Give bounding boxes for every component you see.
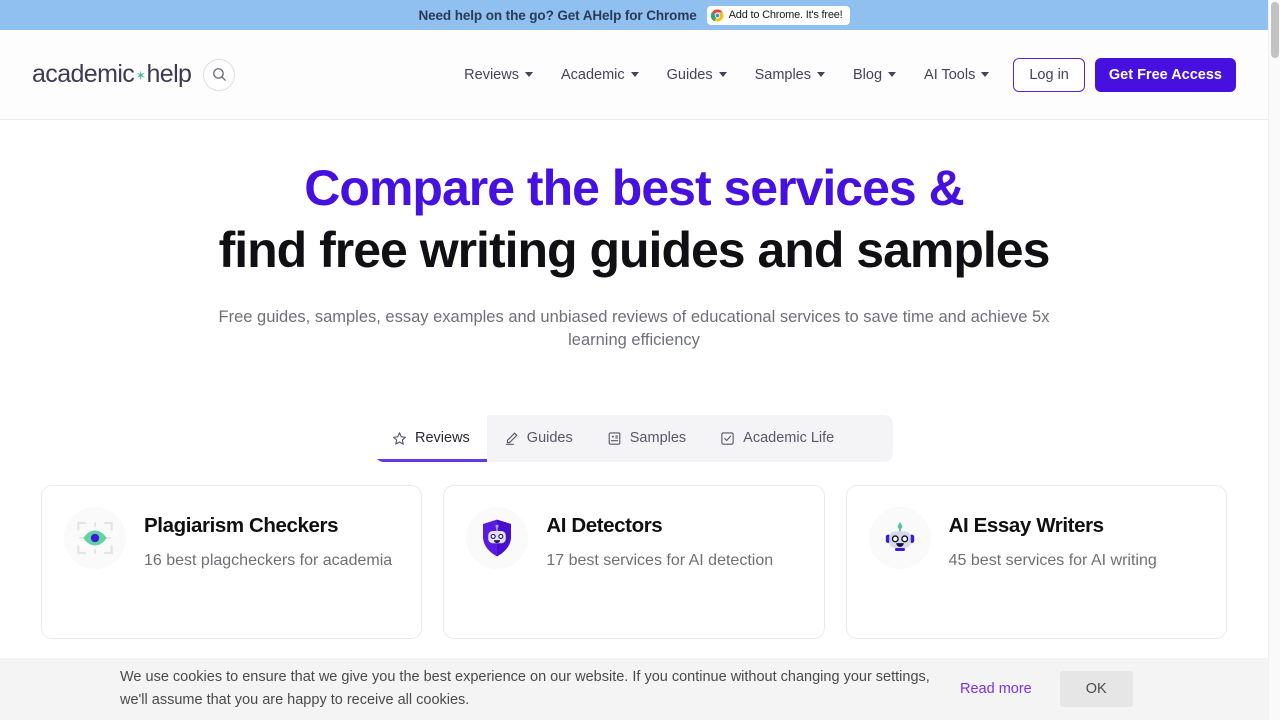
add-to-chrome-label: Add to Chrome. It's free! <box>728 9 843 21</box>
cookie-consent-bar: We use cookies to ensure that we give yo… <box>0 658 1268 720</box>
nav-item-samples[interactable]: Samples <box>741 67 839 83</box>
card-title: Plagiarism Checkers <box>144 513 339 537</box>
page-container: Need help on the go? Get AHelp for Chrom… <box>0 0 1268 720</box>
search-button[interactable] <box>203 58 236 91</box>
nav-label: Samples <box>754 66 811 83</box>
chevron-down-icon <box>981 72 990 77</box>
chrome-icon <box>710 9 724 21</box>
tab-academic-life[interactable]: Academic Life <box>703 415 851 462</box>
scrollbar-thumb[interactable] <box>1271 2 1279 58</box>
promo-banner-text: Need help on the go? Get AHelp for Chrom… <box>418 7 697 23</box>
hero-subtitle: Free guides, samples, essay examples and… <box>218 308 1050 350</box>
hero-heading-line2: find free writing guides and samples <box>218 221 1051 278</box>
nav-label: Blog <box>853 66 883 83</box>
tab-label: Reviews <box>415 430 470 447</box>
nav-item-guides[interactable]: Guides <box>653 67 741 83</box>
nav-item-academic[interactable]: Academic <box>547 67 653 83</box>
chevron-down-icon <box>718 72 727 77</box>
tab-samples[interactable]: Samples <box>590 415 703 462</box>
get-free-access-button[interactable]: Get Free Access <box>1094 57 1236 92</box>
chevron-down-icon <box>630 72 639 77</box>
card-title: AI Detectors <box>546 513 663 537</box>
star-icon <box>393 432 406 445</box>
card-ai-detectors[interactable]: AI Detectors 17 best services for AI det… <box>443 484 825 639</box>
card-icon-wrap <box>64 506 126 569</box>
cookie-read-more-link[interactable]: Read more <box>960 681 1032 697</box>
tab-label: Guides <box>526 430 573 447</box>
checkbox-icon <box>721 432 734 445</box>
card-body: Plagiarism Checkers 16 best plagcheckers… <box>144 507 392 573</box>
eye-scan-icon <box>77 521 113 554</box>
hero-heading-line1: Compare the best services & <box>304 160 964 216</box>
chevron-down-icon <box>524 72 533 77</box>
add-to-chrome-button[interactable]: Add to Chrome. It's free! <box>706 5 850 25</box>
card-description: 17 best services for AI detection <box>546 552 774 570</box>
card-ai-essay-writers[interactable]: AI Essay Writers 45 best services for AI… <box>845 484 1227 639</box>
site-logo[interactable]: academic ✶ help <box>32 60 192 89</box>
card-title: AI Essay Writers <box>948 513 1104 537</box>
nav-label: Guides <box>666 66 713 83</box>
tab-reviews[interactable]: Reviews <box>375 414 487 462</box>
chevron-down-icon <box>888 72 897 77</box>
card-icon-wrap <box>466 506 529 569</box>
shield-robot-icon <box>483 519 512 557</box>
card-icon-wrap <box>868 506 931 569</box>
login-button[interactable]: Log in <box>1013 57 1085 92</box>
nav-item-blog[interactable]: Blog <box>839 67 910 83</box>
cookie-ok-button[interactable]: OK <box>1059 671 1133 707</box>
tab-guides[interactable]: Guides <box>487 415 590 462</box>
card-body: AI Essay Writers 45 best services for AI… <box>949 507 1157 573</box>
card-description: 16 best plagcheckers for academia <box>144 552 393 570</box>
search-icon <box>212 68 226 81</box>
nav-item-ai-tools[interactable]: AI Tools <box>910 67 1003 83</box>
site-header: academic✶help Reviews Academic Guides <box>0 30 1268 120</box>
cookie-consent-text: We use cookies to ensure that we give yo… <box>120 668 930 708</box>
document-icon <box>608 432 621 445</box>
chevron-down-icon <box>817 72 825 77</box>
nav-label: Academic <box>560 66 625 83</box>
promo-banner[interactable]: Need help on the go? Get AHelp for Chrom… <box>0 0 1268 30</box>
pencil-icon <box>505 432 518 445</box>
logo-star-icon: ✶ <box>135 68 146 83</box>
logo-text-part1: academic <box>32 60 135 88</box>
main-navigation: Reviews Academic Guides Samples Blog AI … <box>450 57 1236 92</box>
tab-label: Academic Life <box>743 430 835 447</box>
tab-label: Samples <box>629 430 687 447</box>
hero-section: Compare the best services & find free wr… <box>0 120 1268 353</box>
nav-label: Reviews <box>464 66 519 83</box>
nav-item-reviews[interactable]: Reviews <box>450 67 547 83</box>
category-tabs: Reviews Guides Samples Academic Life <box>375 414 893 462</box>
card-plagiarism-checkers[interactable]: Plagiarism Checkers 16 best plagcheckers… <box>41 484 423 639</box>
card-description: 45 best services for AI writing <box>948 552 1157 570</box>
logo-text-part2: help <box>146 60 192 88</box>
card-body: AI Detectors 17 best services for AI det… <box>546 507 773 573</box>
robot-head-icon <box>885 522 914 551</box>
nav-label: AI Tools <box>924 66 976 83</box>
logo-block: academic ✶ help <box>32 58 236 91</box>
page-scrollbar[interactable] <box>1268 0 1280 720</box>
